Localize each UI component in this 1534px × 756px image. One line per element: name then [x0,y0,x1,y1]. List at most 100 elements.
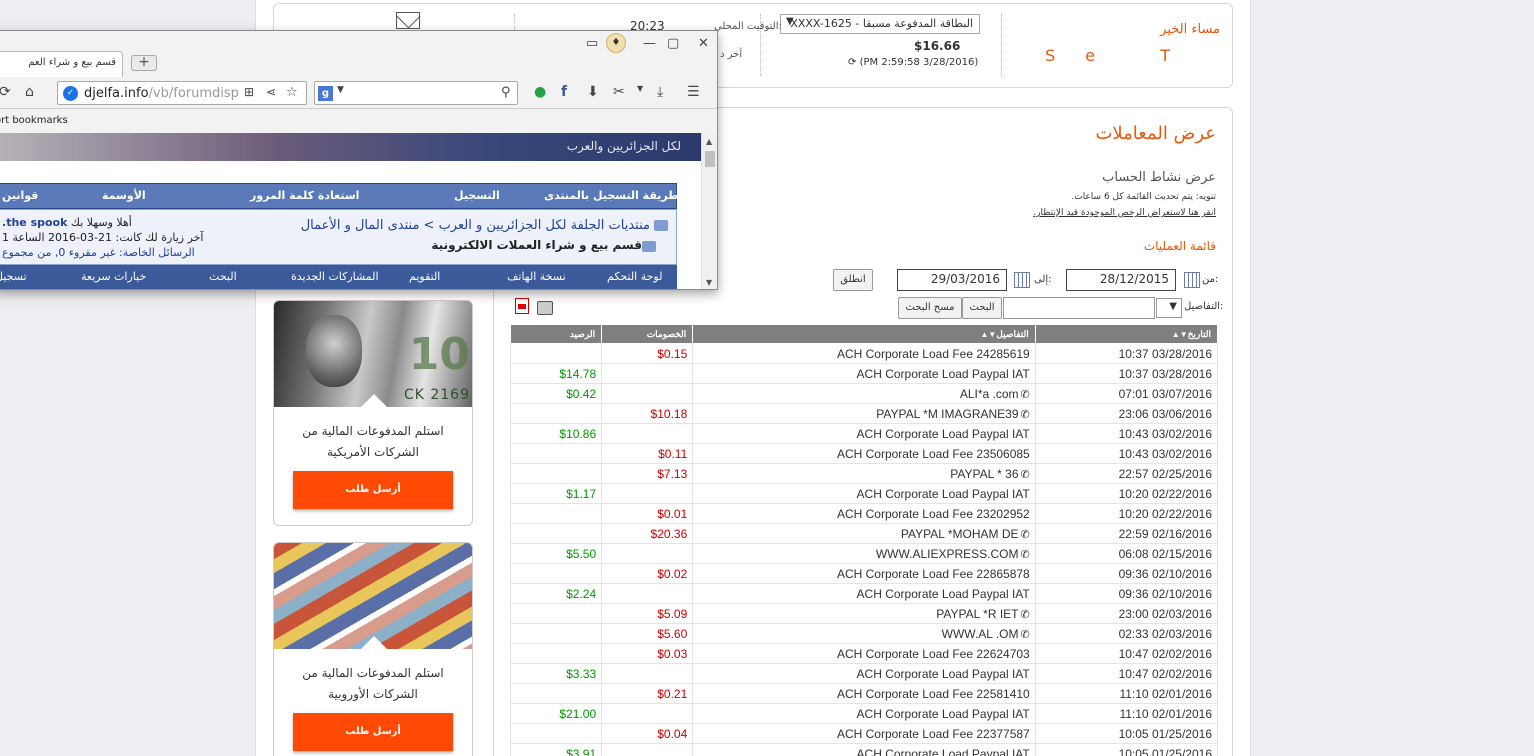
minimize-icon[interactable]: — [643,36,656,51]
nav-quick-options[interactable]: خيارات سريعة [81,270,146,283]
chat-icon[interactable]: ▭ [586,36,598,51]
url-path: /vb/forumdisp [148,86,239,101]
facebook-icon[interactable]: f [561,84,567,100]
row-balance [509,643,603,664]
calendar-icon[interactable] [1014,272,1030,288]
share-icon[interactable]: ⋖ [266,85,276,99]
translate-icon[interactable]: ⊞ [244,85,254,99]
scroll-up-icon[interactable]: ▲ [706,137,712,146]
row-debit [601,583,694,604]
table-row: $0.04 ACH Corporate Load Fee 22377587 10:0… [509,723,1219,744]
pdf-export-icon[interactable] [515,298,529,314]
go-button[interactable]: انطلق [833,269,873,291]
home-icon[interactable]: ⌂ [25,84,34,100]
row-details: PAYPAL *R IET ✆ [692,603,1036,624]
envelope-icon[interactable] [396,12,420,29]
profile-icon[interactable]: ♦ [606,33,626,53]
nav-calendar[interactable]: التقويم [409,270,440,283]
column-date[interactable]: ▲▼التاريخ [1034,324,1219,344]
row-debit: $5.60 [601,623,694,644]
table-row: $20.36 PAYPAL *MOHAM DE ✆ 22:59 02/16/2016 [509,523,1219,544]
nav-medals[interactable]: الأوسمة [102,189,146,202]
scissors-icon[interactable]: ✂ [613,84,625,100]
row-date: 09:36 02/10/2016 [1034,583,1219,604]
promo-text: استلم المدفوعات المالية من الشركات الأور… [302,666,444,701]
maximize-icon[interactable]: ▢ [667,36,679,51]
refresh-icon[interactable]: ⟳ [848,57,856,68]
row-debit: $5.09 [601,603,694,624]
send-request-button[interactable]: أرسل طلب [293,471,453,509]
nav-logout[interactable]: تسجيل [0,270,27,283]
table-row: $5.60 WWW.AL .OM ✆ 02:33 02/03/2016 [509,623,1219,644]
reload-icon[interactable]: ⟳ [0,84,11,100]
to-label: إلى: [1034,274,1052,285]
row-date: 23:00 02/03/2016 [1034,603,1219,624]
address-bar[interactable]: ✓ djelfa.info/vb/forumdisp ⊞ ⋖ ☆ [57,81,307,105]
close-icon[interactable]: ✕ [698,36,709,51]
page-background-right [1251,0,1534,756]
star-icon[interactable]: ☆ [286,85,298,100]
table-row: $0.01 ACH Corporate Load Fee 23202952 10:2… [509,503,1219,524]
details-select[interactable]: ▼ [1156,298,1182,318]
nav-recover-password[interactable]: استعادة كلمة المرور [250,189,359,202]
forum-subnav: لوحة التحكم نسخة الهاتف التقويم المشاركا… [0,265,677,289]
browser-search-box[interactable]: g ▼ ⚲ [314,81,518,105]
browser-tab[interactable]: قسم بيع و شراء العم [0,51,123,77]
forum-banner: لكل الجزائريين والعرب [0,133,701,161]
nav-rules[interactable]: قوانين [2,189,38,202]
scrollbar[interactable]: ▲ ▼ [701,133,717,289]
subforum-title[interactable]: قسم بيع و شراء العملات الالكترونية [431,238,642,252]
scrollbar-thumb[interactable] [705,151,715,167]
column-details[interactable]: ▲▼التفاصيل [692,324,1036,344]
transactions-table-body: $0.15 ACH Corporate Load Fee 24285619 10:3… [509,343,1219,756]
menu-icon[interactable]: ☰ [687,84,700,100]
chevron-down-icon[interactable]: ▼ [637,84,643,93]
row-details-text: ALI*a .com [959,386,1019,401]
to-date-input[interactable]: 29/03/2016 [897,269,1007,291]
row-details-text: ACH Corporate Load Fee 22581410 [836,686,1030,701]
details-search-input[interactable] [1003,297,1155,319]
extension-icon[interactable]: ⬇ [587,84,599,100]
search-icon[interactable]: ⚲ [501,85,511,100]
send-request-button[interactable]: أرسل طلب [293,713,453,751]
transactions-list-title: قائمة العمليات [1143,239,1216,253]
row-details-text: ACH Corporate Load Fee 22377587 [836,726,1030,741]
nav-control-panel[interactable]: لوحة التحكم [607,270,662,283]
row-details: ACH Corporate Load Fee 22624703 [692,643,1036,664]
phone-icon: ✆ [1020,388,1030,401]
forum-banner-text: لكل الجزائريين والعرب [566,139,681,153]
card-select[interactable]: البطاقة المدفوعة مسبقا - XXXX-1625 ▼ [780,14,980,34]
pending-authorizations-link[interactable]: انقر هنا لاستعراض الرخص الموجودة قيد الإ… [1033,208,1216,218]
download-icon[interactable]: ⤓ [657,84,663,100]
print-icon[interactable] [537,301,553,315]
whatsapp-icon[interactable]: ● [534,84,546,100]
nav-search[interactable]: البحث [209,270,237,283]
new-tab-button[interactable]: + [131,55,157,71]
row-debit: $0.21 [601,683,694,704]
private-messages[interactable]: الرسائل الخاصة: غير مقروء 0, من مجموع [2,246,195,259]
clear-search-button[interactable]: مسح البحث [898,297,962,319]
row-details: ACH Corporate Load Fee 22377587 [692,723,1036,744]
from-date-input[interactable]: 28/12/2015 [1066,269,1176,291]
username[interactable]: the spook. [2,216,67,229]
divider [1001,14,1002,76]
breadcrumb[interactable]: منتديات الجلفة لكل الجزائريين و العرب > … [301,218,650,233]
row-debit [601,483,694,504]
search-button[interactable]: البحث [962,297,1002,319]
nav-registration-method[interactable]: طريقة التسجيل بالمنتدى [544,189,679,202]
bill-serial: CK 2169 [403,387,470,403]
nav-mobile[interactable]: نسخة الهاتف [507,270,566,283]
column-balance-label: الرصيد [569,328,596,339]
calendar-icon[interactable] [1184,272,1200,288]
row-date: 10:37 03/28/2016 [1034,363,1219,384]
bookmarks-bar-label[interactable]: ort bookmarks [0,115,68,126]
column-debits[interactable]: الخصومات [601,324,694,344]
scroll-down-icon[interactable]: ▼ [706,278,712,287]
nav-register[interactable]: التسجيل [454,189,500,202]
column-balance[interactable]: الرصيد [509,324,603,344]
table-row: $5.09 PAYPAL *R IET ✆ 23:00 02/03/2016 [509,603,1219,624]
row-date: 09:36 02/10/2016 [1034,563,1219,584]
chevron-down-icon[interactable]: ▼ [337,85,344,95]
row-details-text: PAYPAL *M IMAGRANE39 [876,406,1019,421]
nav-new-posts[interactable]: المشاركات الجديدة [291,270,379,283]
